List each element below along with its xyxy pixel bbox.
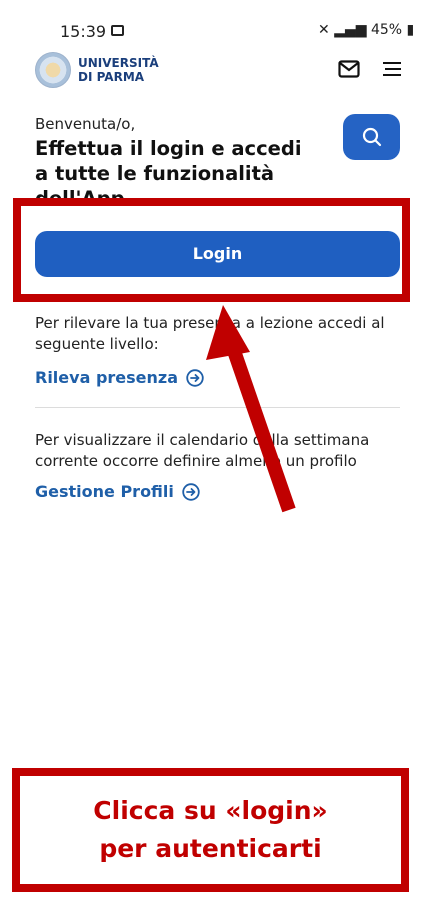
instruction-callout: Clicca su «login» per autenticarti [12, 768, 409, 892]
instruction-line-1: Clicca su «login» [93, 796, 328, 825]
instruction-line-2: per autenticarti [99, 834, 322, 863]
annotation-arrow-icon [206, 305, 296, 513]
